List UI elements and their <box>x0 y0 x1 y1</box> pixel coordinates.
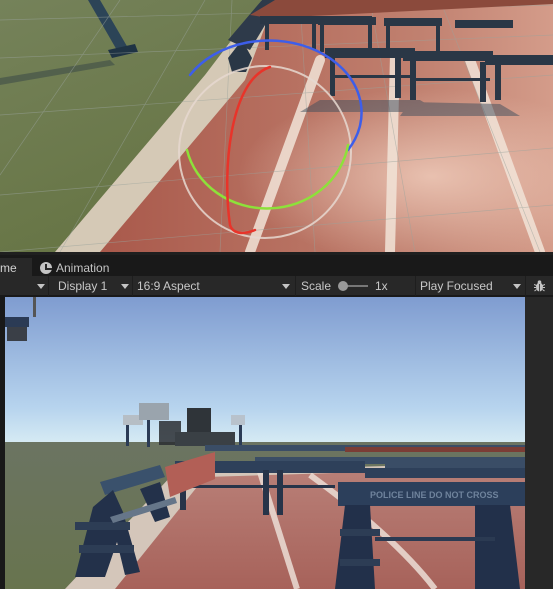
play-mode-dropdown[interactable]: Play Focused <box>416 276 526 296</box>
display-value: Display 1 <box>58 279 108 293</box>
sky <box>5 297 525 445</box>
right-side-panel <box>525 297 553 589</box>
game-area: POLICE LINE DO NOT CROSS <box>0 297 553 589</box>
clock-icon <box>40 262 52 274</box>
barrier-text: POLICE LINE DO NOT CROSS <box>370 490 499 500</box>
chevron-down-icon <box>282 284 290 289</box>
scale-label: Scale <box>301 279 332 293</box>
scale-slider-handle[interactable] <box>338 281 348 291</box>
game-canvas[interactable]: POLICE LINE DO NOT CROSS <box>5 297 525 589</box>
chevron-down-icon <box>513 284 521 289</box>
aspect-dropdown[interactable]: 16:9 Aspect <box>133 276 296 296</box>
game-view-dropdown[interactable] <box>0 276 49 296</box>
scale-slider-track[interactable] <box>346 285 368 287</box>
scale-control: Scale 1x <box>296 276 416 296</box>
play-mode-value: Play Focused <box>420 279 493 293</box>
chevron-down-icon <box>37 284 45 289</box>
scale-value: 1x <box>375 279 388 293</box>
debug-button[interactable] <box>526 276 553 296</box>
display-dropdown[interactable]: Display 1 <box>49 276 133 296</box>
scene-view[interactable] <box>0 0 553 252</box>
tab-bar: me Animation <box>0 252 553 279</box>
game-toolbar: Display 1 16:9 Aspect Scale 1x Play Focu… <box>0 276 553 296</box>
game-view[interactable]: POLICE LINE DO NOT CROSS <box>5 297 525 589</box>
bug-icon <box>534 280 545 292</box>
chevron-down-icon <box>121 284 129 289</box>
aspect-value: 16:9 Aspect <box>137 279 200 293</box>
tab-animation-label: Animation <box>56 261 110 275</box>
tab-game-label: me <box>0 261 17 275</box>
scene-canvas[interactable] <box>0 0 553 252</box>
